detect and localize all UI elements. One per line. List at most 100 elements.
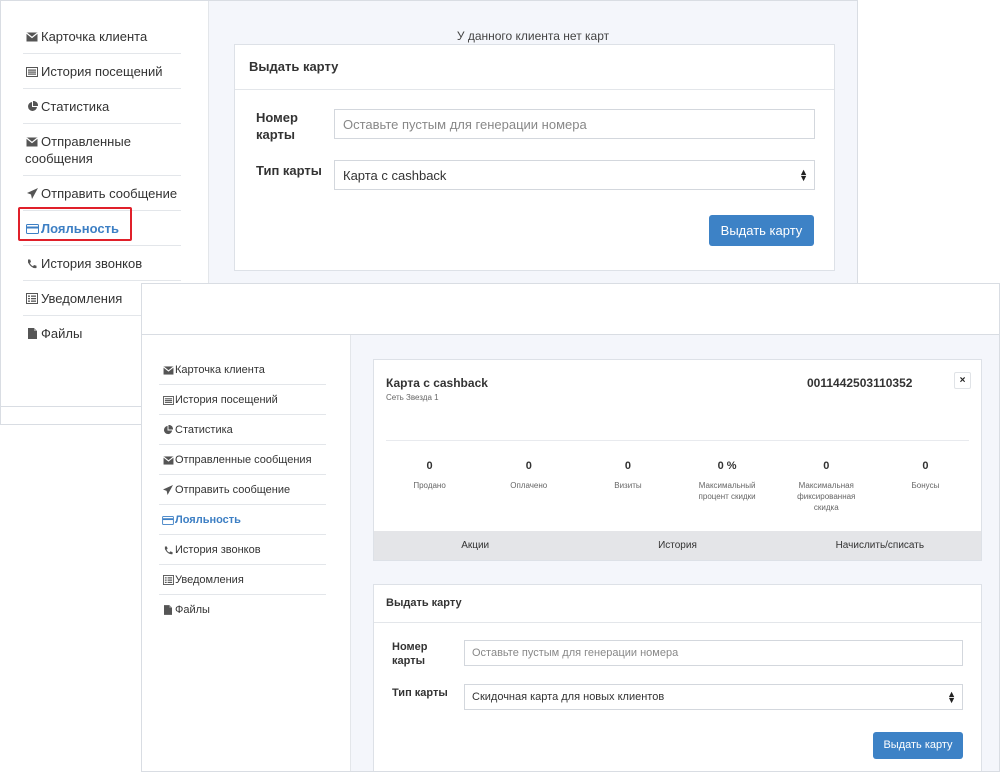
top-bar xyxy=(142,284,999,335)
phone-icon xyxy=(162,543,174,557)
card-number-label: Номер карты xyxy=(392,641,428,667)
stat-visits: 0 Визиты xyxy=(578,460,677,513)
sidebar-item-statistics[interactable]: Статистика xyxy=(159,415,326,445)
file-icon xyxy=(162,603,174,617)
sidebar-item-label: Уведомления xyxy=(41,291,123,306)
card-stats: 0 Продано 0 Оплачено 0 Визиты 0 % Максим… xyxy=(374,460,981,513)
stat-value: 0 xyxy=(823,460,830,472)
sidebar-item-visit-history[interactable]: История посещений xyxy=(159,385,326,415)
stat-max-fixed-discount: 0 Максимальная фиксированная скидка xyxy=(777,460,876,513)
sidebar-item-label: Отправленные сообщения xyxy=(25,134,131,166)
sidebar-item-statistics[interactable]: Статистика xyxy=(23,89,181,124)
loyalty-card-network: Сеть Звезда 1 xyxy=(386,393,439,402)
envelope-icon xyxy=(25,133,39,150)
sidebar-item-label: Отправленные сообщения xyxy=(175,454,312,466)
stat-value: 0 xyxy=(922,460,929,472)
envelope-icon xyxy=(162,363,174,377)
sidebar-item-call-history[interactable]: История звонков xyxy=(23,246,181,281)
issue-card-button[interactable]: Выдать карту xyxy=(873,732,963,759)
card-type-value: Карта с cashback xyxy=(343,168,447,183)
sidebar-item-label: История посещений xyxy=(175,394,278,406)
envelope-icon xyxy=(25,28,39,45)
stat-label: Продано xyxy=(413,481,446,490)
no-cards-message: У данного клиента нет карт xyxy=(456,29,610,43)
sidebar-item-visit-history[interactable]: История посещений xyxy=(23,54,181,89)
list-icon xyxy=(162,573,174,587)
loyalty-screen-with-card: Карточка клиента История посещений Стати… xyxy=(141,283,1000,772)
issue-card-form: Выдать карту Номер карты Оставьте пустым… xyxy=(373,584,982,771)
credit-card-icon xyxy=(162,513,174,527)
main-content: Карта с cashback Сеть Звезда 1 001144250… xyxy=(350,335,999,771)
sidebar-item-label: Отправить сообщение xyxy=(41,186,178,201)
sidebar-item-label: История звонков xyxy=(175,544,261,556)
sidebar-item-sent-messages[interactable]: Отправленные сообщения xyxy=(23,124,181,176)
send-icon xyxy=(162,483,174,497)
issue-card-title: Выдать карту xyxy=(374,585,981,623)
sidebar-item-label: Карточка клиента xyxy=(175,364,265,376)
phone-icon xyxy=(25,255,39,272)
stat-label: Оплачено xyxy=(510,481,548,490)
card-number-input[interactable]: Оставьте пустым для генерации номера xyxy=(464,640,963,666)
card-number-input[interactable]: Оставьте пустым для генерации номера xyxy=(334,109,815,139)
stat-paid: 0 Оплачено xyxy=(479,460,578,513)
loyalty-card-number: 0011442503110352 xyxy=(807,376,913,390)
tab-history[interactable]: История xyxy=(576,531,778,560)
card-type-select[interactable]: Карта с cashback ▲ ▼ xyxy=(334,160,815,190)
stat-label: Бонусы xyxy=(911,481,940,490)
issue-card-title: Выдать карту xyxy=(235,45,834,90)
list-alt-icon xyxy=(25,63,39,80)
sidebar-item-label: Уведомления xyxy=(175,574,244,586)
loyalty-card-title: Карта с cashback xyxy=(386,376,488,390)
card-type-select[interactable]: Скидочная карта для новых клиентов ▲ ▼ xyxy=(464,684,963,710)
card-number-label: Номер карты xyxy=(256,110,298,142)
sidebar-item-label: Файлы xyxy=(41,326,83,341)
issue-card-button[interactable]: Выдать карту xyxy=(709,215,814,246)
sidebar-item-notifications[interactable]: Уведомления xyxy=(159,565,326,595)
close-icon: × xyxy=(959,375,966,386)
tab-promotions[interactable]: Акции xyxy=(374,531,576,560)
list-alt-icon xyxy=(162,393,174,407)
sidebar-item-label: История звонков xyxy=(41,256,143,271)
sidebar-item-label: Статистика xyxy=(41,99,110,114)
stat-value: 0 xyxy=(426,460,433,472)
sidebar-item-label: Файлы xyxy=(175,604,210,616)
stat-label: Максимальная фиксированная скидка xyxy=(797,481,856,512)
sidebar-item-client-card[interactable]: Карточка клиента xyxy=(159,355,326,385)
card-type-label: Тип карты xyxy=(256,163,322,178)
send-icon xyxy=(25,185,39,202)
sidebar-nav: Карточка клиента История посещений Стати… xyxy=(159,355,326,624)
sidebar-item-client-card[interactable]: Карточка клиента xyxy=(23,19,181,54)
loyalty-highlight-frame xyxy=(18,207,132,241)
sidebar-item-sent-messages[interactable]: Отправленные сообщения xyxy=(159,445,326,475)
sidebar-item-call-history[interactable]: История звонков xyxy=(159,535,326,565)
sidebar-item-loyalty[interactable]: Лояльность xyxy=(159,505,326,535)
stat-sold: 0 Продано xyxy=(380,460,479,513)
issue-card-form: Выдать карту Номер карты Оставьте пустым… xyxy=(234,44,835,271)
envelope-icon xyxy=(162,453,174,467)
sidebar-item-label: Отправить сообщение xyxy=(175,484,291,496)
stat-max-discount-percent: 0 % Максимальный процент скидки xyxy=(678,460,777,513)
sidebar: Карточка клиента История посещений Стати… xyxy=(142,335,350,771)
card-type-label: Тип карты xyxy=(392,687,448,699)
file-icon xyxy=(25,325,39,342)
sidebar-item-label: История посещений xyxy=(41,64,163,79)
divider xyxy=(386,440,969,441)
sidebar-item-label: Карточка клиента xyxy=(41,29,148,44)
list-icon xyxy=(25,290,39,307)
card-type-value: Скидочная карта для новых клиентов xyxy=(472,691,665,703)
sidebar-item-files[interactable]: Файлы xyxy=(159,595,326,624)
select-caret-icon: ▲ ▼ xyxy=(947,689,956,705)
pie-chart-icon xyxy=(25,98,39,115)
pie-chart-icon xyxy=(162,423,174,437)
stat-value: 0 % xyxy=(717,460,737,472)
sidebar-item-send-message[interactable]: Отправить сообщение xyxy=(23,176,181,211)
sidebar-item-send-message[interactable]: Отправить сообщение xyxy=(159,475,326,505)
close-card-button[interactable]: × xyxy=(954,372,971,389)
card-tabs: Акции История Начислить/списать xyxy=(374,531,981,560)
stat-value: 0 xyxy=(525,460,532,472)
stat-bonuses: 0 Бонусы xyxy=(876,460,975,513)
select-caret-icon: ▲ ▼ xyxy=(799,167,808,183)
sidebar-item-label: Лояльность xyxy=(175,514,241,526)
stat-label: Визиты xyxy=(614,481,642,490)
tab-accrue-withdraw[interactable]: Начислить/списать xyxy=(779,531,981,560)
